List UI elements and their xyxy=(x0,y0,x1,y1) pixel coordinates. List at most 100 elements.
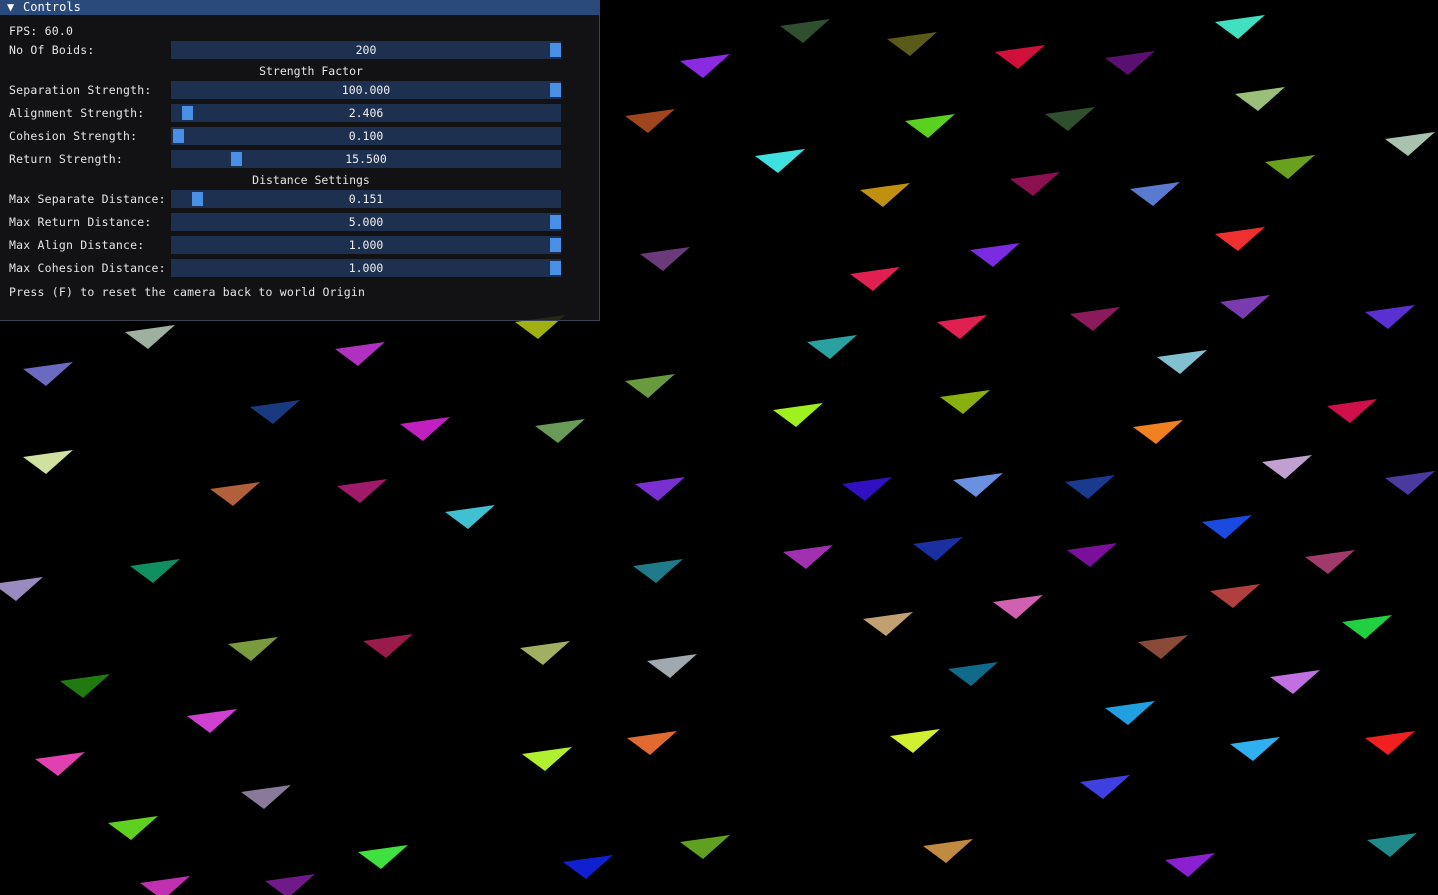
alignment-strength-slider[interactable]: 2.406 xyxy=(171,104,561,122)
boid xyxy=(1133,420,1183,444)
boid xyxy=(953,473,1003,497)
boid xyxy=(35,752,85,776)
max-separate-distance-row: Max Separate Distance: 0.151 xyxy=(0,190,600,208)
boid xyxy=(780,19,830,43)
fps-readout: FPS: 60.0 xyxy=(9,24,74,38)
boid xyxy=(1215,227,1265,251)
separation-strength-label: Separation Strength: xyxy=(9,83,152,97)
boid xyxy=(863,612,913,636)
boid xyxy=(335,342,385,366)
boid xyxy=(400,417,450,441)
boid xyxy=(265,874,315,895)
max-separate-distance-value: 0.151 xyxy=(348,192,384,206)
strength-factor-header: Strength Factor xyxy=(259,64,363,78)
boid xyxy=(970,243,1020,267)
boid xyxy=(0,577,43,601)
boid xyxy=(625,109,675,133)
separation-strength-row: Separation Strength: 100.000 xyxy=(0,81,600,99)
boid xyxy=(1385,132,1435,156)
alignment-strength-row: Alignment Strength: 2.406 xyxy=(0,104,600,122)
cohesion-strength-row: Cohesion Strength: 0.100 xyxy=(0,127,600,145)
max-align-distance-value: 1.000 xyxy=(348,238,384,252)
max-return-distance-value: 5.000 xyxy=(348,215,384,229)
separation-strength-value: 100.000 xyxy=(341,83,391,97)
boid xyxy=(1157,350,1207,374)
boid xyxy=(1220,295,1270,319)
max-align-distance-label: Max Align Distance: xyxy=(9,238,145,252)
boid xyxy=(60,674,110,698)
boid xyxy=(1262,455,1312,479)
boid xyxy=(1010,172,1060,196)
boid xyxy=(937,315,987,339)
boid xyxy=(1210,584,1260,608)
camera-hint-row: Press (F) to reset the camera back to wo… xyxy=(0,283,600,301)
window-title-bar[interactable]: ▼ Controls xyxy=(0,0,600,15)
boid xyxy=(1305,550,1355,574)
boid xyxy=(807,335,857,359)
boid xyxy=(250,400,300,424)
boid xyxy=(913,537,963,561)
boid xyxy=(1202,515,1252,539)
boid xyxy=(633,559,683,583)
boid xyxy=(627,731,677,755)
boid xyxy=(773,403,823,427)
return-strength-row: Return Strength: 15.500 xyxy=(0,150,600,168)
boid xyxy=(890,729,940,753)
boid xyxy=(445,505,495,529)
boid xyxy=(1215,15,1265,39)
max-cohesion-distance-slider[interactable]: 1.000 xyxy=(171,259,561,277)
boid xyxy=(1138,635,1188,659)
boid xyxy=(535,419,585,443)
boid xyxy=(358,845,408,869)
alignment-strength-value: 2.406 xyxy=(348,106,384,120)
boid xyxy=(923,839,973,863)
camera-reset-hint: Press (F) to reset the camera back to wo… xyxy=(9,285,366,299)
cohesion-strength-value: 0.100 xyxy=(348,129,384,143)
boid xyxy=(842,477,892,501)
boid xyxy=(210,482,260,506)
boid xyxy=(680,835,730,859)
boid xyxy=(948,662,998,686)
boid xyxy=(940,390,990,414)
boid xyxy=(1265,155,1315,179)
alignment-strength-label: Alignment Strength: xyxy=(9,106,145,120)
boid xyxy=(23,362,73,386)
max-separate-distance-slider[interactable]: 0.151 xyxy=(171,190,561,208)
max-align-distance-slider[interactable]: 1.000 xyxy=(171,236,561,254)
boid xyxy=(1105,51,1155,75)
boid xyxy=(23,450,73,474)
boid xyxy=(1367,833,1417,857)
separation-strength-slider[interactable]: 100.000 xyxy=(171,81,561,99)
boid xyxy=(783,545,833,569)
collapse-arrow-icon[interactable]: ▼ xyxy=(7,0,23,15)
boid xyxy=(625,374,675,398)
boids-count-row: No Of Boids: 200 xyxy=(0,41,600,59)
boid xyxy=(1070,307,1120,331)
cohesion-strength-label: Cohesion Strength: xyxy=(9,129,138,143)
boid xyxy=(1270,670,1320,694)
boid xyxy=(187,709,237,733)
boid xyxy=(563,855,613,879)
boid xyxy=(228,637,278,661)
boid xyxy=(680,54,730,78)
boid xyxy=(887,32,937,56)
cohesion-strength-slider[interactable]: 0.100 xyxy=(171,127,561,145)
boid xyxy=(1327,399,1377,423)
return-strength-slider[interactable]: 15.500 xyxy=(171,150,561,168)
window-title: Controls xyxy=(23,0,81,14)
boid xyxy=(1230,737,1280,761)
boids-count-label: No Of Boids: xyxy=(9,43,95,57)
boid xyxy=(1080,775,1130,799)
max-cohesion-distance-row: Max Cohesion Distance: 1.000 xyxy=(0,259,600,277)
boid xyxy=(905,114,955,138)
max-return-distance-label: Max Return Distance: xyxy=(9,215,152,229)
controls-window: ▼ Controls FPS: 60.0 No Of Boids: 200 Str… xyxy=(0,0,600,321)
return-strength-value: 15.500 xyxy=(345,152,387,166)
boid xyxy=(130,559,180,583)
boid xyxy=(995,45,1045,69)
boid xyxy=(108,816,158,840)
boid xyxy=(1235,87,1285,111)
max-return-distance-slider[interactable]: 5.000 xyxy=(171,213,561,231)
boids-count-slider[interactable]: 200 xyxy=(171,41,561,59)
boid xyxy=(363,634,413,658)
